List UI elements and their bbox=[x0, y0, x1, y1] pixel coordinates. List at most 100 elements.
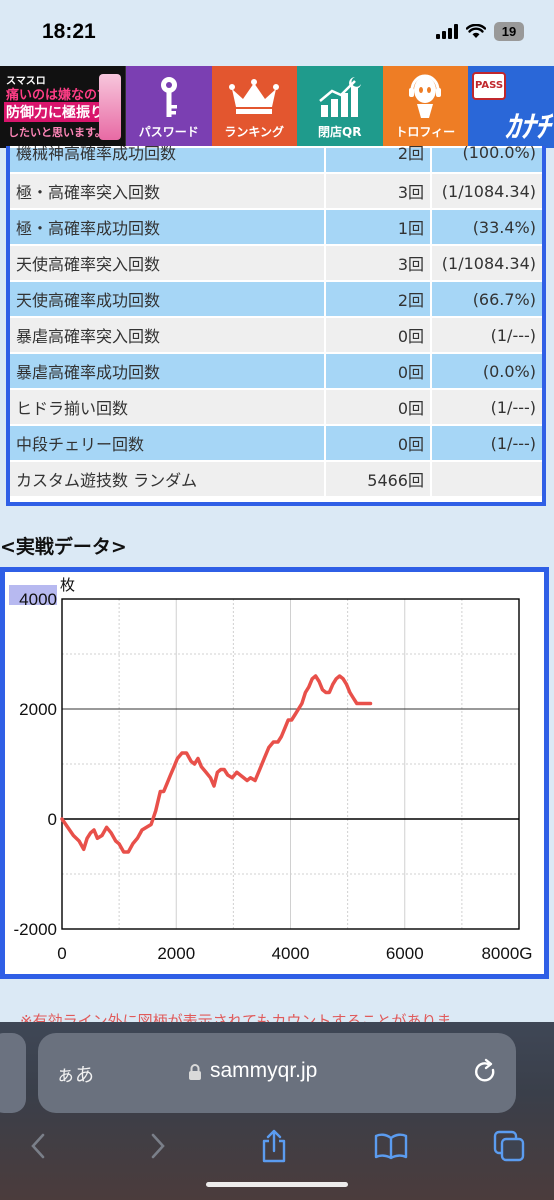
cell-text: 天使高確率突入回数 bbox=[16, 255, 161, 274]
reader-settings-button[interactable]: ぁあ bbox=[56, 1060, 94, 1087]
series-line bbox=[60, 674, 373, 854]
table-cell-rate: (1/---) bbox=[432, 426, 542, 460]
reload-icon[interactable] bbox=[470, 1057, 500, 1087]
table-cell-count: 2回 bbox=[326, 282, 432, 316]
table-row: 極・高確率成功回数 1回 (33.4%) bbox=[10, 210, 542, 244]
logo-line: 防御力に極振り bbox=[4, 102, 106, 122]
cell-text: 0回 bbox=[397, 327, 424, 346]
cell-text: (100.0%) bbox=[462, 146, 537, 162]
chevron-left-icon bbox=[31, 1133, 45, 1159]
pass-badge: PASS bbox=[472, 72, 506, 100]
cell-text: 0回 bbox=[397, 363, 424, 382]
table-cell-label: 暴虐高確率突入回数 bbox=[10, 318, 326, 352]
table-cell-count: 3回 bbox=[326, 246, 432, 280]
cell-text: カスタム遊技数 ランダム bbox=[16, 471, 198, 490]
bookmarks-button[interactable] bbox=[373, 1128, 409, 1164]
table-cell-count: 1回 bbox=[326, 210, 432, 244]
cell-text: 暴虐高確率突入回数 bbox=[16, 327, 161, 346]
table-cell-label: 極・高確率成功回数 bbox=[10, 210, 326, 244]
cell-text: (1/1084.34) bbox=[441, 181, 536, 201]
nav-trophy-label: トロフィー bbox=[395, 125, 456, 139]
table-cell-label: 機械神高確率成功回数 bbox=[10, 146, 326, 172]
back-button[interactable] bbox=[20, 1128, 56, 1164]
cell-text: 5466回 bbox=[367, 471, 424, 490]
cell-text: ヒドラ揃い回数 bbox=[16, 399, 129, 418]
cell-text: (1/1084.34) bbox=[441, 253, 536, 273]
table-cell-rate: (1/1084.34) bbox=[432, 174, 542, 208]
nav-closing-qr[interactable]: 閉店QR bbox=[297, 66, 383, 148]
crown-icon bbox=[229, 79, 280, 114]
table-cell-rate: (33.4%) bbox=[432, 210, 542, 244]
table-cell-rate: (100.0%) bbox=[432, 146, 542, 172]
nav-closing-qr-label: 閉店QR bbox=[318, 125, 362, 139]
x-tick-label: 8000G bbox=[481, 944, 532, 963]
table-row: ヒドラ揃い回数 0回 (1/---) bbox=[10, 390, 542, 424]
x-tick-label: 4000 bbox=[272, 944, 310, 963]
share-icon bbox=[262, 1129, 286, 1163]
table-cell-label: カスタム遊技数 ランダム bbox=[10, 462, 326, 496]
cell-text: (1/---) bbox=[490, 397, 536, 417]
cell-text: 機械神高確率成功回数 bbox=[16, 146, 177, 163]
game-logo[interactable]: スマスロ 痛いのは嫌なので 防御力に極振り したいと思います。 bbox=[0, 66, 126, 148]
previous-tab-preview[interactable] bbox=[0, 1033, 26, 1113]
tabs-button[interactable] bbox=[491, 1128, 527, 1164]
table-cell-rate: (0.0%) bbox=[432, 354, 542, 388]
table-row: 中段チェリー回数 0回 (1/---) bbox=[10, 426, 542, 460]
cell-text: 3回 bbox=[397, 255, 424, 274]
share-button[interactable] bbox=[256, 1128, 292, 1164]
status-icons: 19 bbox=[436, 22, 524, 41]
table-row: 天使高確率成功回数 2回 (66.7%) bbox=[10, 282, 542, 316]
table-cell-count: 0回 bbox=[326, 390, 432, 424]
logo-line: 痛いのは嫌なので bbox=[6, 88, 111, 103]
lock-icon bbox=[189, 1064, 201, 1080]
cell-text: 暴虐高確率成功回数 bbox=[16, 363, 161, 382]
site-nav: スマスロ 痛いのは嫌なので 防御力に極振り したいと思います。 パスワード ラン… bbox=[0, 66, 554, 148]
book-icon bbox=[374, 1133, 408, 1160]
cell-text: 1回 bbox=[397, 219, 424, 238]
table-cell-label: 暴虐高確率成功回数 bbox=[10, 354, 326, 388]
table-row: 機械神高確率成功回数 2回 (100.0%) bbox=[10, 146, 542, 172]
home-indicator bbox=[206, 1182, 348, 1187]
table-cell-rate: (1/1084.34) bbox=[432, 246, 542, 280]
battery-indicator: 19 bbox=[494, 22, 524, 41]
browser-toolbar bbox=[0, 1118, 554, 1180]
table-cell-label: 極・高確率突入回数 bbox=[10, 174, 326, 208]
cell-text: (33.4%) bbox=[472, 217, 536, 237]
status-bar: 18:21 19 bbox=[0, 0, 554, 66]
table-cell-label: 天使高確率突入回数 bbox=[10, 246, 326, 280]
cell-text: 0回 bbox=[397, 435, 424, 454]
cell-text: 0回 bbox=[397, 399, 424, 418]
forward-button[interactable] bbox=[140, 1128, 176, 1164]
cell-text: 天使高確率成功回数 bbox=[16, 291, 161, 310]
x-tick-label: 6000 bbox=[386, 944, 424, 963]
table-row: 暴虐高確率突入回数 0回 (1/---) bbox=[10, 318, 542, 352]
cell-text: 中段チェリー回数 bbox=[16, 435, 145, 454]
table-cell-rate bbox=[432, 462, 542, 496]
tabs-icon bbox=[493, 1130, 525, 1162]
cell-text: 極・高確率突入回数 bbox=[16, 183, 161, 202]
nav-password[interactable]: パスワード bbox=[126, 66, 212, 148]
y-tick-label: 4000 bbox=[19, 590, 57, 609]
address-bar[interactable]: ぁあ sammyqr.jp bbox=[38, 1033, 516, 1113]
brand-kana: ｶﾅﾁ bbox=[505, 110, 550, 145]
table-cell-rate: (1/---) bbox=[432, 390, 542, 424]
nav-ranking-label: ランキング bbox=[224, 125, 285, 139]
nav-password-label: パスワード bbox=[138, 125, 199, 139]
x-tick-label: 0 bbox=[57, 944, 66, 963]
cell-text: 3回 bbox=[397, 183, 424, 202]
table-row: 天使高確率突入回数 3回 (1/1084.34) bbox=[10, 246, 542, 280]
cell-text: 2回 bbox=[397, 146, 424, 163]
headset-character-icon bbox=[409, 74, 442, 118]
table-cell-count: 5466回 bbox=[326, 462, 432, 496]
nav-trophy[interactable]: トロフィー bbox=[382, 66, 468, 148]
line-chart: 400020000-20000 2000 4000 6000 8000G枚 bbox=[9, 576, 533, 963]
nav-ranking[interactable]: ランキング bbox=[211, 66, 297, 148]
table-cell-label: ヒドラ揃い回数 bbox=[10, 390, 326, 424]
table-cell-rate: (1/---) bbox=[432, 318, 542, 352]
table-cell-rate: (66.7%) bbox=[432, 282, 542, 316]
y-tick-label: 2000 bbox=[19, 700, 57, 719]
brand-badge[interactable]: PASS ｶﾅﾁ bbox=[468, 66, 554, 148]
chart-moon-icon bbox=[318, 77, 361, 117]
table-row: カスタム遊技数 ランダム 5466回 bbox=[10, 462, 542, 496]
stats-table: 機械神高確率成功回数 2回 (100.0%) 極・高確率突入回数 3回 (1/1084.3… bbox=[6, 146, 546, 506]
